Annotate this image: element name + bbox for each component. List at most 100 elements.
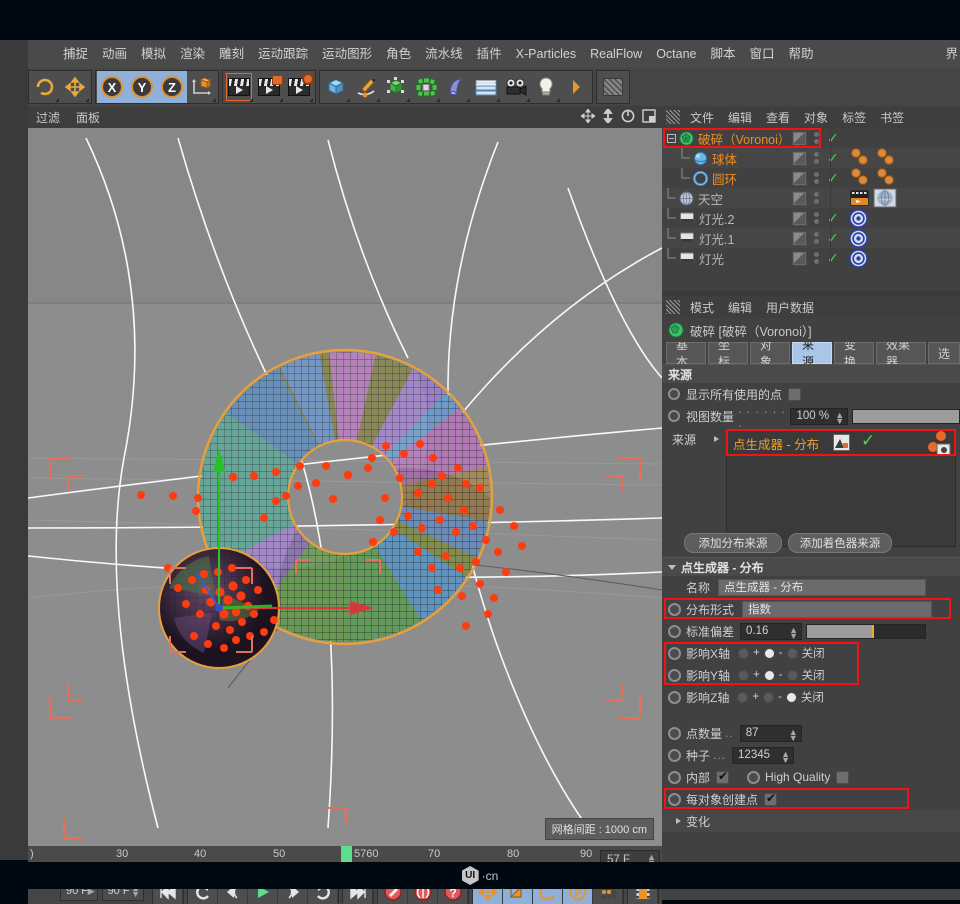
om-menu-2[interactable]: 查看 [766,109,790,126]
om-menu-4[interactable]: 标签 [842,109,866,126]
compositing-tag[interactable] [849,189,871,207]
viewport-layout-icon[interactable] [642,109,656,128]
affect-z-minus-radio[interactable] [763,692,774,703]
rotate-tool-button[interactable] [30,71,60,103]
attribute-tab-1[interactable]: 坐标 [708,342,748,364]
interior-quality-row[interactable]: 内部 High Quality [662,766,960,788]
object-tags-1[interactable] [849,148,899,168]
light-button[interactable] [531,71,561,103]
show-all-points-row[interactable]: 显示所有使用的点 [662,383,960,405]
view-count-radio[interactable] [668,410,680,422]
object-tags-6[interactable] [849,249,868,268]
object-tree[interactable]: 破碎（Voronoi）✓球体✓圆环✓天空灯光.2✓灯光.1✓灯光✓ [662,128,960,291]
primitive-cube-button[interactable] [321,71,351,103]
object-row-2[interactable]: 圆环✓ [662,168,960,188]
menu-item-5[interactable]: 运动跟踪 [251,40,315,68]
seed-spinner-icon[interactable]: ▲▼ [781,751,790,763]
material-tag[interactable] [875,168,899,188]
object-tags-2[interactable] [849,168,899,188]
view-count-slider[interactable] [852,409,960,424]
affect-y-radio[interactable] [668,669,681,682]
material-tag[interactable] [875,148,899,168]
menu-item-12[interactable]: Octane [649,40,703,68]
interior-radio[interactable] [668,771,681,784]
source-expand-arrow-icon[interactable] [714,436,719,442]
om-menu-3[interactable]: 对象 [804,109,828,126]
am-menu-1[interactable]: 编辑 [728,299,752,316]
axis-z-button[interactable]: Z [157,71,187,103]
affect-z-options[interactable]: + - 关闭 [737,689,824,705]
object-name-1[interactable]: 球体 [712,149,737,168]
high-quality-checkbox[interactable] [836,771,849,784]
generator-name-field[interactable]: 点生成器 - 分布 [718,579,926,596]
source-list-box[interactable]: 点生成器 - 分布 ✓ [726,429,956,547]
visibility-dots-2[interactable] [814,172,819,184]
menu-item-1[interactable]: 动画 [95,40,134,68]
camera-button[interactable] [501,71,531,103]
distribution-form-row[interactable]: 分布形式 指数 [662,598,960,620]
affect-x-plus-radio[interactable] [738,648,749,659]
object-row-3[interactable]: 天空 [662,188,960,208]
object-name-0[interactable]: 破碎（Voronoi） [698,129,790,148]
std-dev-row[interactable]: 标准偏差 0.16 ▲▼ [662,620,960,642]
am-menu-0[interactable]: 模式 [690,299,714,316]
show-all-points-radio[interactable] [668,388,680,400]
om-menu-5[interactable]: 书签 [880,109,904,126]
std-dev-radio[interactable] [668,625,681,638]
om-menu-1[interactable]: 编辑 [728,109,752,126]
menu-item-6[interactable]: 运动图形 [315,40,379,68]
affect-x-options[interactable]: + - 关闭 [738,645,825,661]
object-name-2[interactable]: 圆环 [712,169,737,188]
visibility-dots-6[interactable] [814,252,819,264]
deformer-button[interactable] [411,71,441,103]
affect-z-off-radio[interactable] [786,692,797,703]
material-tag[interactable] [849,168,873,188]
visibility-toggle-6[interactable] [792,251,807,266]
view-count-spinner-icon[interactable]: ▲▼ [835,412,844,424]
distribution-form-radio[interactable] [668,603,681,616]
menu-item-4[interactable]: 雕刻 [212,40,251,68]
std-dev-spinner-icon[interactable]: ▲▼ [789,627,798,639]
affect-x-off-radio[interactable] [787,648,798,659]
menu-item-2[interactable]: 模拟 [134,40,173,68]
source-thumbnail-icon[interactable] [833,434,850,456]
menu-item-7[interactable]: 角色 [379,40,418,68]
visibility-toggle-4[interactable] [792,211,807,226]
move-tool-button[interactable] [60,71,90,103]
affect-z-plus-radio[interactable] [737,692,748,703]
target-tag[interactable] [849,229,868,248]
render-region-button[interactable] [254,71,284,103]
menu-item-14[interactable]: 窗口 [743,40,782,68]
attribute-tab-4[interactable]: 变换 [834,342,874,364]
point-generator-collapse-icon[interactable] [668,565,676,570]
render-settings-button[interactable] [284,71,314,103]
material-preview-button[interactable] [598,71,628,103]
menu-item-13[interactable]: 脚本 [704,40,743,68]
menu-item-10[interactable]: X-Particles [509,40,583,68]
target-tag[interactable] [849,209,868,228]
visibility-toggle-3[interactable] [792,191,807,206]
affect-x-radio[interactable] [668,647,681,660]
panel-grip-icon[interactable] [666,110,680,124]
pan-icon[interactable] [581,109,595,128]
attribute-tab-2[interactable]: 对象 [750,342,790,364]
affect-y-plus-radio[interactable] [738,670,749,681]
affect-x-row[interactable]: 影响X轴 + - 关闭 [662,642,960,664]
object-name-6[interactable]: 灯光 [699,249,724,268]
am-menu-2[interactable]: 用户数据 [766,299,814,316]
affect-y-off-radio[interactable] [787,670,798,681]
add-shader-source-button[interactable]: 添加着色器来源 [788,533,892,553]
menu-item-8[interactable]: 流水线 [418,40,470,68]
menu-item-3[interactable]: 渲染 [173,40,212,68]
distribution-form-dropdown[interactable]: 指数 [742,601,932,618]
point-count-field[interactable]: 87 ▲▼ [740,725,802,742]
spline-pen-button[interactable] [351,71,381,103]
variation-expand-icon[interactable] [676,818,681,824]
visibility-dots-1[interactable] [814,152,819,164]
object-row-0[interactable]: 破碎（Voronoi）✓ [662,128,960,148]
axis-x-button[interactable]: X [97,71,127,103]
toolbar-more-arrow[interactable] [561,71,591,103]
generator-button[interactable] [381,71,411,103]
source-material-icons[interactable] [925,430,953,461]
source-list-item[interactable]: 点生成器 - 分布 ✓ [727,430,955,456]
